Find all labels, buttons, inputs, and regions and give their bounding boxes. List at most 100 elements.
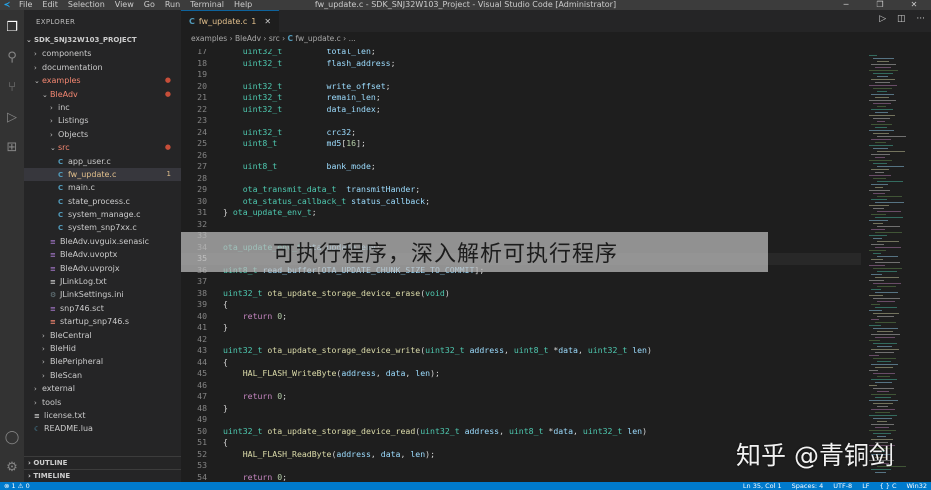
minimap-line: [871, 259, 883, 260]
tree-item-label: main.c: [68, 183, 95, 193]
code-token: ;: [425, 195, 431, 206]
encoding[interactable]: UTF-8: [833, 482, 852, 490]
file-item[interactable]: Csystem_manage.c: [24, 208, 181, 221]
folder-item[interactable]: › inc: [24, 101, 181, 114]
menu-selection[interactable]: Selection: [63, 0, 110, 10]
minimap-line: [873, 208, 884, 209]
minimap-line: [869, 310, 882, 311]
folder-item[interactable]: › BleHid: [24, 342, 181, 355]
search-icon[interactable]: ⚲: [3, 48, 21, 66]
code-token: );: [430, 368, 440, 378]
folder-item[interactable]: › documentation: [24, 61, 181, 74]
menu-help[interactable]: Help: [229, 0, 257, 10]
minimap-line: [871, 199, 887, 200]
project-root[interactable]: ⌄ SDK_SNJ32W103_PROJECT: [24, 34, 181, 47]
tree-item-label: BleAdv: [50, 89, 78, 99]
code-token: ota_update_storage_device_read: [267, 425, 416, 436]
menu-file[interactable]: File: [14, 0, 37, 10]
minimize-icon[interactable]: ─: [829, 0, 863, 10]
breadcrumb-file[interactable]: fw_update.c: [295, 34, 340, 43]
menu-view[interactable]: View: [110, 0, 139, 10]
breadcrumb-examples[interactable]: examples: [191, 34, 227, 43]
file-item[interactable]: ≡ snp746.sct: [24, 302, 181, 315]
minimap-line: [873, 388, 894, 389]
code-token: data: [558, 345, 578, 355]
minimap-line: [871, 364, 898, 365]
file-tree: › components › documentation ⌄ examples ● ⌄ BleA…: [24, 47, 181, 435]
explorer-sidebar: EXPLORER ⌄ SDK_SNJ32W103_PROJECT › compone…: [24, 10, 181, 482]
more-actions-icon[interactable]: ···: [916, 14, 925, 24]
banner-text: 可执行程序，深入解析可执行程序: [273, 242, 619, 267]
code-token: ;: [282, 471, 288, 482]
minimap-line: [877, 331, 893, 332]
minimap-line: [873, 88, 892, 89]
file-item[interactable]: ≡ startup_snp746.s: [24, 315, 181, 328]
file-item[interactable]: Capp_user.c: [24, 155, 181, 168]
vertical-scrollbar[interactable]: [921, 49, 931, 482]
tab-fw-update[interactable]: C fw_update.c 1 ✕: [181, 10, 280, 32]
line-ending[interactable]: LF: [862, 482, 869, 490]
code-line: 38 uint32_t ota_update_storage_device_era…: [181, 288, 861, 300]
file-item[interactable]: ≡ BleAdv.uvprojx: [24, 262, 181, 275]
folder-item[interactable]: ⌄ BleAdv ●: [24, 88, 181, 101]
minimap-line: [877, 91, 887, 92]
file-item[interactable]: Cmain.c: [24, 181, 181, 194]
restore-icon[interactable]: ❐: [863, 0, 897, 10]
run-debug-icon[interactable]: ▷: [3, 108, 21, 126]
language-mode[interactable]: { } C: [880, 482, 897, 490]
file-item[interactable]: ⚙ JLinkSettings.ini: [24, 288, 181, 301]
file-item[interactable]: Csystem_snp7xx.c: [24, 221, 181, 234]
folder-item[interactable]: › Objects: [24, 128, 181, 141]
folder-item[interactable]: › BleCentral: [24, 329, 181, 342]
explorer-icon[interactable]: ❐: [3, 18, 21, 36]
menu-go[interactable]: Go: [139, 0, 160, 10]
file-item[interactable]: Cstate_process.c: [24, 195, 181, 208]
split-editor-icon[interactable]: ◫: [897, 14, 906, 24]
chevron-right-icon: ›: [42, 358, 45, 367]
menu-terminal[interactable]: Terminal: [185, 0, 229, 10]
menu-edit[interactable]: Edit: [37, 0, 63, 10]
breadcrumb-symbol[interactable]: ...: [349, 34, 356, 43]
file-item[interactable]: ≡ license.txt: [24, 409, 181, 422]
minimap-line: [869, 280, 884, 281]
folder-item[interactable]: › BlePeripheral: [24, 355, 181, 368]
folder-item[interactable]: ⌄ src ●: [24, 141, 181, 154]
minimap-line: [875, 412, 890, 413]
folder-item[interactable]: ⌄ examples ●: [24, 74, 181, 87]
file-item[interactable]: ≡ BleAdv.uvoptx: [24, 248, 181, 261]
file-item[interactable]: ☾ README.lua: [24, 422, 181, 435]
platform[interactable]: Win32: [907, 482, 927, 490]
code-line: 22 uint32_t data_index;: [181, 104, 861, 116]
file-item[interactable]: Cfw_update.c 1: [24, 167, 181, 182]
extensions-icon[interactable]: ⊞: [3, 138, 21, 156]
folder-item[interactable]: › external: [24, 382, 181, 395]
minimap[interactable]: [869, 49, 909, 482]
code-line: 46: [181, 380, 861, 392]
close-window-icon[interactable]: ✕: [897, 0, 931, 10]
cursor-position[interactable]: Ln 35, Col 1: [743, 482, 782, 490]
folder-item[interactable]: › tools: [24, 396, 181, 409]
tree-item-label: JLinkSettings.ini: [60, 290, 124, 300]
minimap-line: [873, 313, 899, 314]
file-item[interactable]: ≡ BleAdv.uvguix.senasic: [24, 235, 181, 248]
outline-section[interactable]: › OUTLINE: [24, 456, 181, 469]
code-token: ,: [504, 345, 514, 355]
breadcrumb-bleadv[interactable]: BleAdv: [235, 34, 261, 43]
breadcrumb-src[interactable]: src: [269, 34, 280, 43]
folder-item[interactable]: › components: [24, 47, 181, 60]
source-control-icon[interactable]: ⑂: [3, 78, 21, 96]
menu-run[interactable]: Run: [160, 0, 185, 10]
folder-item[interactable]: › Listings: [24, 114, 181, 127]
run-icon[interactable]: ▷: [879, 14, 886, 24]
timeline-section[interactable]: › TIMELINE: [24, 469, 181, 482]
close-tab-icon[interactable]: ✕: [264, 17, 271, 26]
problems-status[interactable]: ⊗ 1 ⚠ 0: [4, 482, 30, 490]
chevron-right-icon: ›: [34, 398, 37, 407]
folder-item[interactable]: › BleScan: [24, 369, 181, 382]
minimap-line: [873, 193, 885, 194]
indentation[interactable]: Spaces: 4: [792, 482, 824, 490]
file-item[interactable]: ≡ JLinkLog.txt: [24, 275, 181, 288]
settings-gear-icon[interactable]: ⚙: [3, 458, 21, 476]
activity-bar: ❐ ⚲ ⑂ ▷ ⊞ ◯ ⚙: [0, 10, 24, 482]
account-icon[interactable]: ◯: [3, 428, 21, 446]
